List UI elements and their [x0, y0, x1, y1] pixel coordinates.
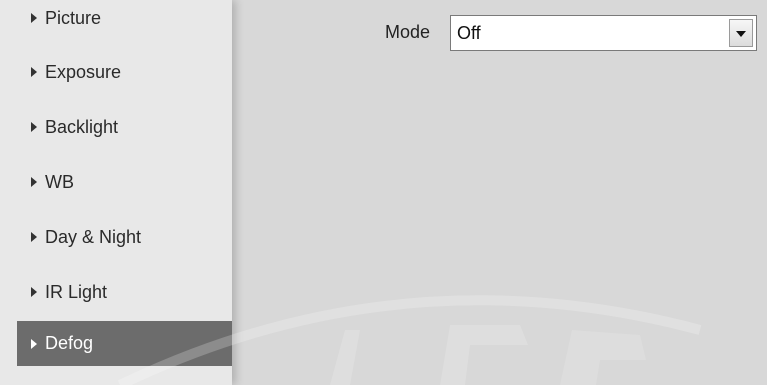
dropdown-button[interactable]	[729, 19, 753, 47]
sidebar-item-label: Backlight	[45, 116, 119, 137]
sidebar-item-picture[interactable]: Picture	[17, 0, 232, 36]
settings-sidebar: Picture Exposure Backlight WB Day & Nigh…	[0, 0, 232, 385]
sidebar-item-label: Picture	[45, 7, 102, 28]
sidebar-item-label: IR Light	[45, 281, 108, 302]
sidebar-item-label: WB	[45, 171, 74, 192]
mode-select[interactable]: Off	[450, 15, 757, 51]
triangle-right-icon	[31, 13, 37, 23]
triangle-right-icon	[31, 232, 37, 242]
triangle-right-icon	[31, 338, 37, 349]
triangle-right-icon	[31, 287, 37, 297]
mode-label: Mode	[385, 22, 431, 42]
triangle-right-icon	[31, 177, 37, 187]
sidebar-item-label: Exposure	[45, 61, 122, 82]
sidebar-item-day-night[interactable]: Day & Night	[17, 216, 232, 258]
sidebar-item-exposure[interactable]: Exposure	[17, 51, 232, 93]
sidebar-item-label: Day & Night	[45, 226, 142, 247]
sidebar-item-defog[interactable]: Defog	[17, 321, 232, 366]
sidebar-item-label: Defog	[45, 333, 94, 353]
triangle-right-icon	[31, 67, 37, 77]
sidebar-item-ir-light[interactable]: IR Light	[17, 271, 232, 313]
settings-content	[232, 0, 767, 385]
mode-select-value: Off	[457, 23, 481, 43]
chevron-down-icon	[736, 31, 746, 37]
triangle-right-icon	[31, 122, 37, 132]
sidebar-item-backlight[interactable]: Backlight	[17, 106, 232, 148]
sidebar-item-wb[interactable]: WB	[17, 161, 232, 203]
